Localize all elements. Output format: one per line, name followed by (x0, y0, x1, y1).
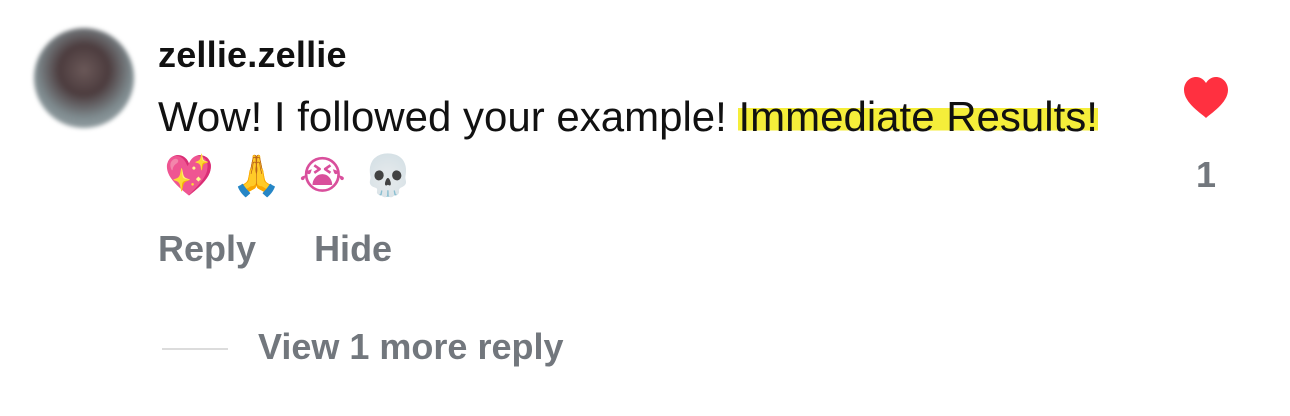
crying-face-emoji: 😭 (298, 153, 346, 199)
username[interactable]: zellie.zellie (158, 34, 347, 76)
skull-emoji: 💀 (363, 153, 414, 199)
folded-hands-emoji: 🙏 (231, 153, 282, 199)
heart-icon[interactable] (1182, 76, 1230, 120)
sparkling-heart-emoji: 💖 (164, 153, 214, 199)
reply-button[interactable]: Reply (158, 228, 256, 269)
comment-text-plain: Wow! I followed your example! (158, 93, 739, 140)
view-more-replies-button[interactable]: View 1 more reply (258, 326, 564, 368)
heart-shape (1184, 77, 1228, 118)
highlighted-text: Immediate Results! (738, 93, 1098, 140)
reply-divider (162, 348, 228, 350)
comment-actions: Reply Hide (158, 228, 440, 270)
avatar[interactable] (34, 28, 134, 128)
like-count: 1 (1196, 154, 1217, 195)
comment-text: Wow! I followed your example! Immediate … (158, 88, 1118, 205)
hide-button[interactable]: Hide (314, 228, 392, 269)
